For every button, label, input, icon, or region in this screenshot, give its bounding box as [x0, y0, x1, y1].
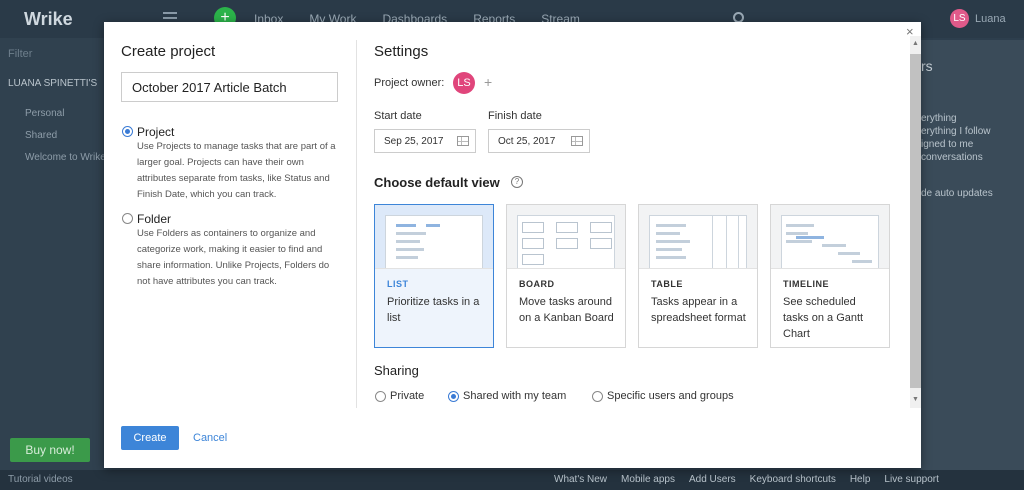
calendar-icon[interactable] [457, 136, 469, 146]
folder-type-description: Use Folders as containers to organize an… [137, 228, 330, 287]
finish-date-label: Finish date [488, 110, 542, 122]
scroll-down-icon[interactable]: ▼ [912, 396, 919, 403]
view-card-name: LIST [387, 279, 409, 289]
list-view-thumbnail [375, 205, 493, 269]
sidebar: Filter LUANA SPINETTI'S Personal Shared … [0, 38, 106, 470]
stream-filter-item[interactable]: de auto updates [921, 188, 993, 199]
create-project-dialog: × Create project Project Use Projects to… [104, 22, 921, 468]
help-icon[interactable]: ? [511, 176, 523, 188]
project-type-label[interactable]: Project [137, 125, 174, 139]
project-name-input[interactable] [121, 72, 338, 102]
dialog-title: Create project [121, 43, 216, 60]
sidebar-account[interactable]: LUANA SPINETTI'S [8, 78, 97, 89]
view-card-name: TIMELINE [783, 279, 829, 289]
stream-filter-item[interactable]: igned to me [921, 139, 973, 150]
user-avatar[interactable]: LS [950, 9, 969, 28]
owner-avatar[interactable]: LS [453, 72, 475, 94]
view-card-description: See scheduled tasks on a Gantt Chart [783, 296, 864, 340]
view-card-table[interactable]: TABLE Tasks appear in a spreadsheet form… [638, 204, 758, 348]
view-card-description: Prioritize tasks in a list [387, 296, 480, 324]
project-owner-label: Project owner: [374, 77, 445, 89]
view-card-list[interactable]: LIST Prioritize tasks in a list [374, 204, 494, 348]
view-card-description: Tasks appear in a spreadsheet format [651, 296, 746, 324]
default-view-title: Choose default view [374, 175, 500, 190]
table-view-thumbnail [639, 205, 757, 269]
bottom-bar: Tutorial videos What's New Mobile apps A… [0, 470, 1024, 490]
stream-panel: rs erything erything I follow igned to m… [921, 40, 1024, 470]
sharing-specific-label[interactable]: Specific users and groups [607, 390, 734, 402]
tutorial-videos-link[interactable]: Tutorial videos [8, 474, 73, 485]
app-logo[interactable]: Wrike [24, 9, 73, 30]
buy-now-button[interactable]: Buy now! [10, 438, 90, 462]
project-type-description: Use Projects to manage tasks that are pa… [137, 141, 336, 200]
cancel-button[interactable]: Cancel [193, 432, 227, 444]
keyboard-shortcuts-link[interactable]: Keyboard shortcuts [750, 474, 836, 485]
sidebar-item-shared[interactable]: Shared [25, 130, 57, 141]
create-project-left-column: Create project Project Use Projects to m… [104, 22, 356, 468]
calendar-icon[interactable] [571, 136, 583, 146]
settings-title: Settings [374, 43, 429, 60]
whats-new-link[interactable]: What's New [554, 474, 607, 485]
sharing-private-radio[interactable] [375, 391, 386, 402]
stream-filter-item[interactable]: conversations [921, 152, 983, 163]
sharing-private-label[interactable]: Private [390, 390, 424, 402]
settings-column: Settings Project owner: LS + Start date … [357, 22, 910, 468]
stream-filter-item[interactable]: erything [921, 113, 957, 124]
start-date-value: Sep 25, 2017 [384, 136, 444, 147]
add-owner-icon[interactable]: + [484, 74, 492, 90]
dialog-scrollbar-thumb[interactable] [910, 54, 921, 388]
stream-panel-title: rs [921, 58, 933, 74]
folder-type-radio[interactable] [122, 213, 133, 224]
sharing-title: Sharing [374, 363, 419, 378]
view-card-board[interactable]: BOARD Move tasks around on a Kanban Boar… [506, 204, 626, 348]
finish-date-value: Oct 25, 2017 [498, 136, 556, 147]
sidebar-item-personal[interactable]: Personal [25, 108, 64, 119]
mobile-apps-link[interactable]: Mobile apps [621, 474, 675, 485]
sidebar-filter[interactable]: Filter [8, 48, 32, 60]
scroll-up-icon[interactable]: ▲ [912, 40, 919, 47]
create-button[interactable]: Create [121, 426, 179, 450]
view-card-description: Move tasks around on a Kanban Board [519, 296, 614, 324]
start-date-field[interactable]: Sep 25, 2017 [374, 129, 476, 153]
sharing-specific-radio[interactable] [592, 391, 603, 402]
help-link[interactable]: Help [850, 474, 871, 485]
view-card-timeline[interactable]: TIMELINE See scheduled tasks on a Gantt … [770, 204, 890, 348]
stream-filter-item[interactable]: erything I follow [921, 126, 990, 137]
sharing-team-radio[interactable] [448, 391, 459, 402]
view-card-name: TABLE [651, 279, 683, 289]
finish-date-field[interactable]: Oct 25, 2017 [488, 129, 590, 153]
sharing-team-label[interactable]: Shared with my team [463, 390, 566, 402]
view-card-name: BOARD [519, 279, 555, 289]
folder-type-label[interactable]: Folder [137, 212, 171, 226]
live-support-link[interactable]: Live support [884, 474, 938, 485]
board-view-thumbnail [507, 205, 625, 269]
start-date-label: Start date [374, 110, 422, 122]
bottom-links: What's New Mobile apps Add Users Keyboar… [554, 474, 953, 485]
user-name[interactable]: Luana [975, 13, 1006, 25]
project-type-radio[interactable] [122, 126, 133, 137]
timeline-view-thumbnail [771, 205, 889, 269]
add-users-link[interactable]: Add Users [689, 474, 736, 485]
sidebar-item-welcome[interactable]: Welcome to Wrike [25, 152, 106, 163]
